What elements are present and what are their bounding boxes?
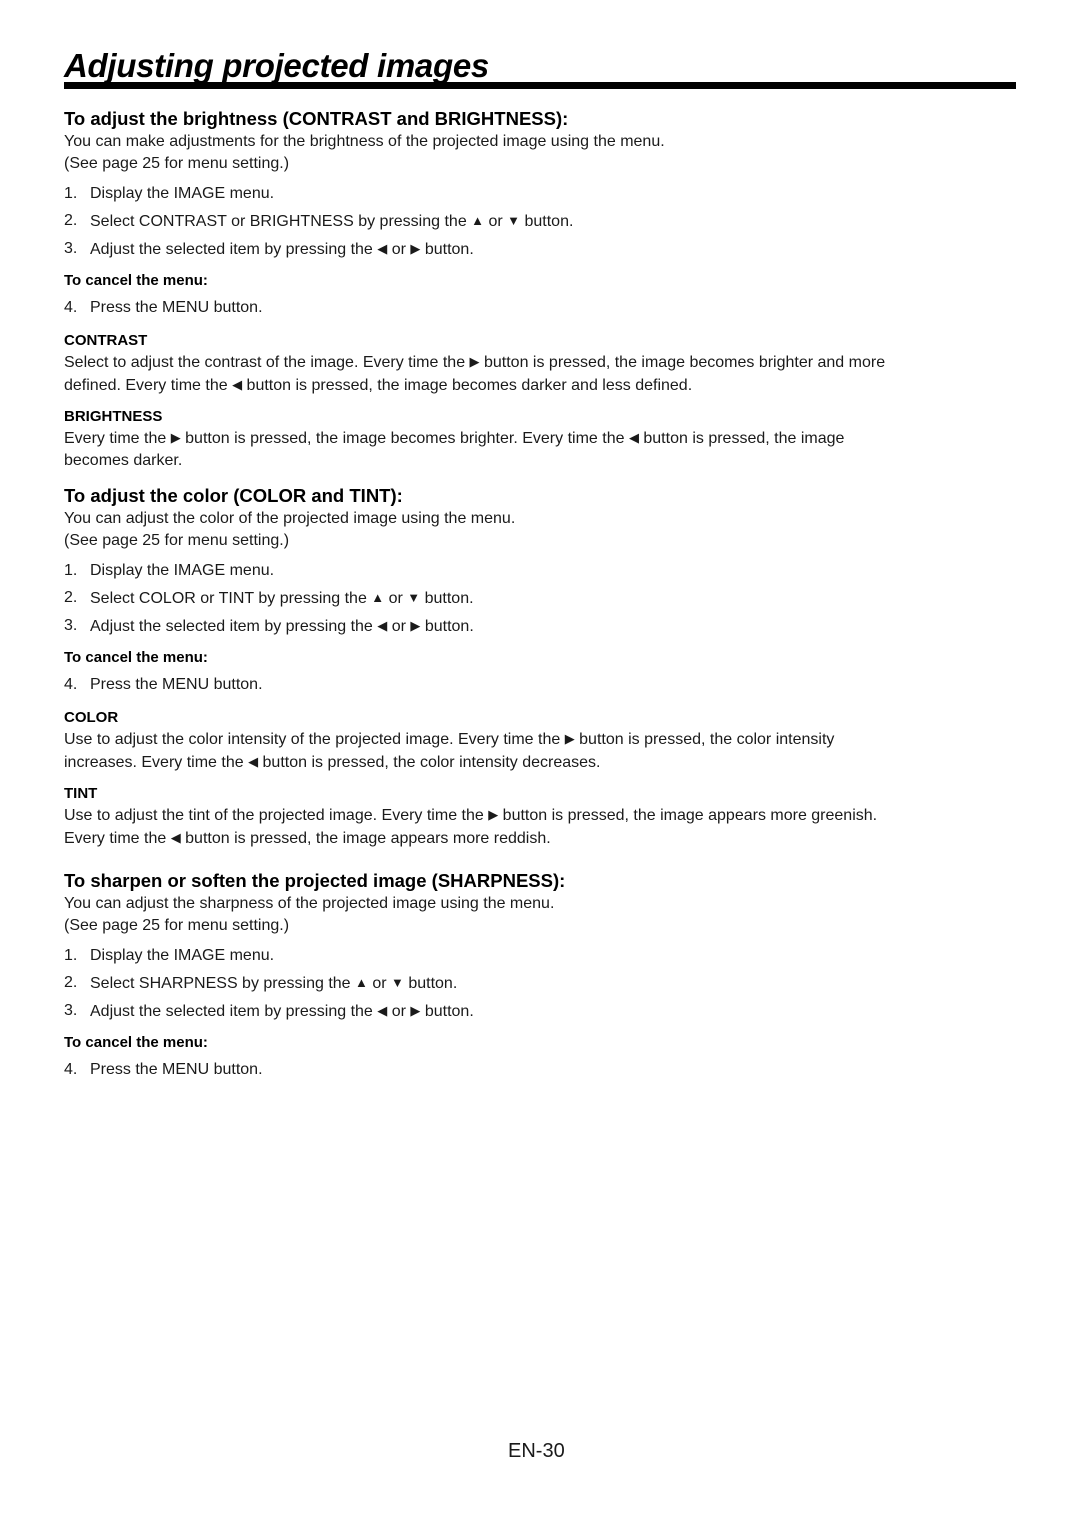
right-triangle-icon: ▶ (488, 807, 499, 822)
left-triangle-icon: ◀ (248, 754, 259, 769)
intro-line: You can adjust the sharpness of the proj… (64, 895, 555, 912)
item-label: TINT (64, 785, 98, 802)
cancel-label: To cancel the menu: (64, 272, 208, 289)
right-triangle-icon: ▶ (410, 1003, 421, 1018)
page-number: EN-30 (508, 1440, 565, 1462)
section-brightness: To adjust the brightness (CONTRAST and B… (64, 107, 1024, 472)
page-title: Adjusting projected images (64, 47, 489, 84)
item-tint: TINT Use to adjust the tint of the proje… (64, 784, 1024, 850)
right-triangle-icon: ▶ (564, 731, 575, 746)
step-item: 4. Press the MENU button. (64, 299, 263, 316)
steps-list: 1. Display the IMAGE menu. 2. Select COLOR… (64, 557, 1024, 640)
down-triangle-icon: ▼ (391, 975, 404, 990)
steps-list: 1. Display the IMAGE menu. 2. Select CONTR… (64, 180, 1024, 263)
down-triangle-icon: ▼ (407, 590, 421, 605)
steps-list: 1. Display the IMAGE menu. 2. Select SHARP… (64, 942, 1024, 1025)
step-item: 2. Select CONTRAST or BRIGHTNESS by press… (64, 207, 1024, 235)
cancel-label: To cancel the menu: (64, 649, 208, 666)
item-desc-line: Every time the ▶ button is pressed, the … (64, 427, 1024, 450)
item-label: CONTRAST (64, 332, 148, 349)
right-triangle-icon: ▶ (410, 618, 421, 633)
left-triangle-icon: ◀ (170, 830, 181, 845)
item-desc-line: Every time the ◀ button is pressed, the … (64, 827, 1024, 850)
step-item: 3. Adjust the selected item by pressing t… (64, 997, 1024, 1025)
item-desc-line: Use to adjust the color intensity of the… (64, 728, 1024, 751)
up-triangle-icon: ▲ (471, 213, 485, 228)
step-item: 1. Display the IMAGE menu. (64, 185, 275, 202)
left-triangle-icon: ◀ (377, 1003, 388, 1018)
up-triangle-icon: ▲ (371, 590, 385, 605)
step-item: 1. Display the IMAGE menu. (64, 562, 275, 579)
step-item: 3. Adjust the selected item by pressing t… (64, 612, 1024, 640)
title-rule (64, 82, 1016, 89)
right-triangle-icon: ▶ (170, 430, 181, 445)
right-triangle-icon: ▶ (410, 241, 421, 256)
section-heading: To adjust the color (COLOR and TINT): (64, 485, 403, 506)
step-item: 1. Display the IMAGE menu. (64, 947, 275, 964)
step-item: 2. Select SHARPNESS by pressing the ▲ or … (64, 969, 1024, 997)
intro-line: You can make adjustments for the brightn… (64, 133, 665, 150)
item-desc-line: becomes darker. (64, 452, 183, 469)
item-desc-line: increases. Every time the ◀ button is pr… (64, 751, 1024, 774)
up-triangle-icon: ▲ (355, 975, 368, 990)
section-color: To adjust the color (COLOR and TINT): Yo… (64, 484, 1024, 850)
left-triangle-icon: ◀ (628, 430, 639, 445)
cancel-steps: 4. Press the MENU button. (64, 671, 1024, 698)
item-color: COLOR Use to adjust the color intensity … (64, 708, 1024, 774)
item-desc-line: defined. Every time the ◀ button is pres… (64, 374, 1024, 397)
item-label: BRIGHTNESS (64, 408, 163, 425)
intro-line: (See page 25 for menu setting.) (64, 155, 290, 172)
item-desc-line: Use to adjust the tint of the projected … (64, 804, 1024, 827)
item-label: COLOR (64, 709, 119, 726)
item-desc-line: Select to adjust the contrast of the ima… (64, 351, 1024, 374)
down-triangle-icon: ▼ (507, 213, 521, 228)
step-item: 4. Press the MENU button. (64, 1061, 263, 1078)
cancel-steps: 4. Press the MENU button. (64, 294, 1024, 321)
intro-line: (See page 25 for menu setting.) (64, 917, 290, 934)
item-contrast: CONTRAST Select to adjust the contrast o… (64, 331, 1024, 397)
right-triangle-icon: ▶ (469, 354, 480, 369)
step-item: 3. Adjust the selected item by pressing t… (64, 235, 1024, 263)
cancel-steps: 4. Press the MENU button. (64, 1056, 1024, 1083)
left-triangle-icon: ◀ (377, 241, 388, 256)
left-triangle-icon: ◀ (232, 377, 243, 392)
section-heading: To adjust the brightness (CONTRAST and B… (64, 108, 569, 129)
cancel-label: To cancel the menu: (64, 1034, 208, 1051)
left-triangle-icon: ◀ (377, 618, 388, 633)
step-item: 2. Select COLOR or TINT by pressing the ▲… (64, 584, 1024, 612)
item-brightness: BRIGHTNESS Every time the ▶ button is pr… (64, 407, 1024, 472)
intro-line: You can adjust the color of the projecte… (64, 510, 516, 527)
section-sharpness: To sharpen or soften the projected image… (64, 869, 1024, 1083)
section-heading: To sharpen or soften the projected image… (64, 870, 566, 891)
step-item: 4. Press the MENU button. (64, 676, 263, 693)
intro-line: (See page 25 for menu setting.) (64, 532, 290, 549)
